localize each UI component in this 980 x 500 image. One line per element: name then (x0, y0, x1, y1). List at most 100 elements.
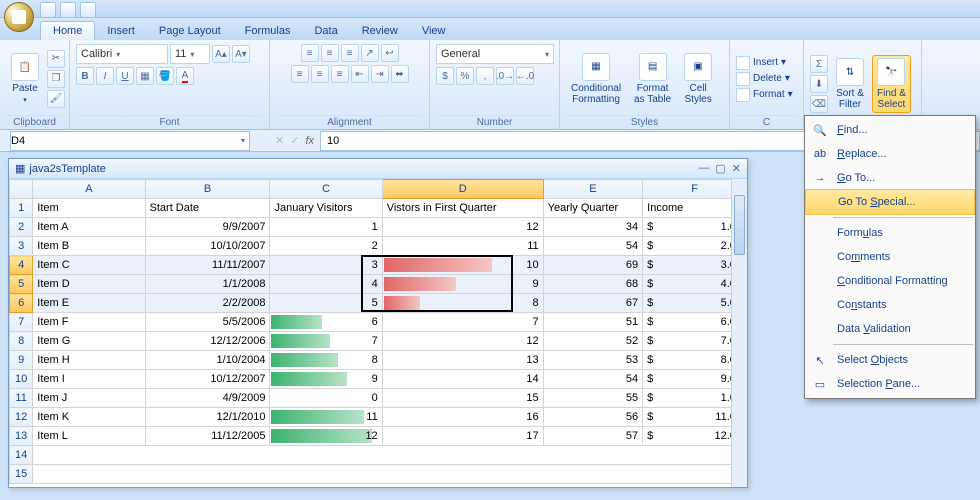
cell[interactable]: 54 (543, 370, 643, 389)
menu-item-formulas[interactable]: Formulas (805, 221, 975, 245)
cell[interactable]: 34 (543, 218, 643, 237)
paste-button[interactable]: 📋 Paste▾ (6, 50, 44, 107)
cell[interactable]: Item B (33, 237, 145, 256)
cell[interactable]: 4 (270, 275, 382, 294)
cell[interactable]: 12/1/2010 (145, 408, 270, 427)
select-all-corner[interactable] (10, 180, 33, 199)
qat-save-icon[interactable] (40, 2, 56, 18)
cell[interactable]: 10/12/2007 (145, 370, 270, 389)
cell[interactable]: Item E (33, 294, 145, 313)
cell[interactable]: Item L (33, 427, 145, 446)
align-mid-button[interactable]: ≡ (321, 44, 339, 62)
row-header-4[interactable]: 4 (10, 256, 33, 275)
cell[interactable]: 2/2/2008 (145, 294, 270, 313)
fx-icon[interactable]: fx (305, 135, 314, 147)
underline-button[interactable]: U (116, 67, 134, 85)
grid[interactable]: ABCDEF1ItemStart DateJanuary VisitorsVis… (9, 179, 747, 484)
copy-button[interactable]: ❐ (47, 70, 65, 88)
tab-view[interactable]: View (410, 22, 458, 40)
border-button[interactable]: ▦ (136, 67, 154, 85)
grow-font-button[interactable]: A▴ (212, 45, 230, 63)
cell[interactable]: 10/10/2007 (145, 237, 270, 256)
header-cell[interactable]: Item (33, 199, 145, 218)
cell[interactable]: 69 (543, 256, 643, 275)
cell[interactable]: Item A (33, 218, 145, 237)
tab-review[interactable]: Review (350, 22, 410, 40)
cell[interactable]: Item D (33, 275, 145, 294)
cell[interactable]: 9 (382, 275, 543, 294)
cell[interactable]: 12 (382, 332, 543, 351)
insert-cells-button[interactable]: Insert ▾ (736, 56, 793, 70)
menu-item-conditional-formatting[interactable]: Conditional Formatting (805, 269, 975, 293)
row-header-14[interactable]: 14 (10, 446, 33, 465)
menu-item-selection-pane[interactable]: ▭Selection Pane... (805, 372, 975, 396)
qat-redo-icon[interactable] (80, 2, 96, 18)
align-center-button[interactable]: ≡ (311, 65, 329, 83)
row-header-9[interactable]: 9 (10, 351, 33, 370)
cell[interactable]: 12 (270, 427, 382, 446)
row-header-1[interactable]: 1 (10, 199, 33, 218)
cell[interactable]: 5/5/2006 (145, 313, 270, 332)
name-box[interactable]: D4▾ (10, 131, 250, 151)
col-header-C[interactable]: C (270, 180, 382, 199)
cell[interactable]: 7 (382, 313, 543, 332)
row-header-2[interactable]: 2 (10, 218, 33, 237)
cell[interactable]: 12 (382, 218, 543, 237)
office-button[interactable] (4, 2, 34, 32)
inc-decimal-button[interactable]: .0→ (496, 67, 514, 85)
fill-button[interactable]: ⬇ (810, 75, 828, 93)
cell[interactable]: Item J (33, 389, 145, 408)
format-painter-button[interactable]: 🖌 (47, 90, 65, 108)
cell[interactable]: 56 (543, 408, 643, 427)
indent-inc-button[interactable]: ⇥ (371, 65, 389, 83)
cell[interactable]: 55 (543, 389, 643, 408)
cell[interactable]: 68 (543, 275, 643, 294)
col-header-B[interactable]: B (145, 180, 270, 199)
close-button[interactable]: ✕ (732, 162, 741, 175)
col-header-D[interactable]: D (382, 180, 543, 199)
wrap-text-button[interactable]: ↩ (381, 44, 399, 62)
cell[interactable]: Item C (33, 256, 145, 275)
menu-item-go-to[interactable]: →Go To... (805, 166, 975, 190)
cell[interactable]: 8 (270, 351, 382, 370)
format-as-table-button[interactable]: ▤Format as Table (629, 50, 676, 108)
cell[interactable]: 57 (543, 427, 643, 446)
minimize-button[interactable]: — (698, 162, 709, 175)
cell[interactable]: 1/10/2004 (145, 351, 270, 370)
menu-item-find[interactable]: 🔍Find... (805, 118, 975, 142)
conditional-formatting-button[interactable]: ▦Conditional Formatting (566, 50, 626, 108)
cell[interactable]: 1/1/2008 (145, 275, 270, 294)
cell[interactable]: 0 (270, 389, 382, 408)
dec-decimal-button[interactable]: ←.0 (516, 67, 534, 85)
menu-item-comments[interactable]: Comments (805, 245, 975, 269)
menu-item-constants[interactable]: Constants (805, 293, 975, 317)
row-header-6[interactable]: 6 (10, 294, 33, 313)
row-header-8[interactable]: 8 (10, 332, 33, 351)
cell[interactable]: 11/11/2007 (145, 256, 270, 275)
cell[interactable]: 67 (543, 294, 643, 313)
font-color-button[interactable]: A (176, 67, 194, 85)
format-cells-button[interactable]: Format ▾ (736, 88, 793, 102)
header-cell[interactable]: Yearly Quarter (543, 199, 643, 218)
font-name-combo[interactable]: Calibri▾ (76, 44, 168, 64)
maximize-button[interactable]: ▢ (715, 162, 725, 175)
shrink-font-button[interactable]: A▾ (232, 45, 250, 63)
number-format-combo[interactable]: General▾ (436, 44, 554, 64)
orientation-button[interactable]: ↗ (361, 44, 379, 62)
row-header-11[interactable]: 11 (10, 389, 33, 408)
row-header-15[interactable]: 15 (10, 465, 33, 484)
tab-formulas[interactable]: Formulas (233, 22, 303, 40)
cell[interactable]: 7 (270, 332, 382, 351)
tab-page-layout[interactable]: Page Layout (147, 22, 233, 40)
cell[interactable]: 11/12/2005 (145, 427, 270, 446)
cell[interactable]: 10 (382, 256, 543, 275)
cell[interactable]: Item I (33, 370, 145, 389)
cell[interactable]: 13 (382, 351, 543, 370)
scroll-thumb[interactable] (734, 195, 745, 255)
vertical-scrollbar[interactable] (731, 179, 747, 487)
cell[interactable]: 9 (270, 370, 382, 389)
cell[interactable]: 52 (543, 332, 643, 351)
menu-item-data-validation[interactable]: Data Validation (805, 317, 975, 341)
cell[interactable]: 8 (382, 294, 543, 313)
cell[interactable]: 12/12/2006 (145, 332, 270, 351)
